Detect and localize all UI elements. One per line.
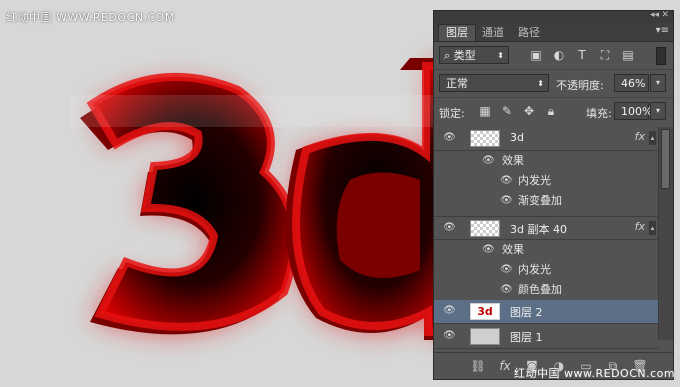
effect-name: 内发光 [518,263,551,276]
tab-channels[interactable]: 通道 [475,25,511,41]
layer-name: 图层 2 [510,306,543,319]
filter-toggle[interactable] [656,47,666,65]
effect-name: 渐变叠加 [518,194,562,207]
opacity-label: 不透明度: [556,79,604,92]
layer-name: 图层 1 [510,331,543,344]
filter-type-label: 类型 [453,49,476,62]
effects-label: 效果 [502,154,524,167]
link-icon[interactable]: ⛓ [470,358,486,374]
tab-paths[interactable]: 路径 [511,25,547,41]
blend-row: 正常 ⬍ 不透明度: 46% ▾ [434,69,673,96]
layer-thumbnail [470,220,500,237]
lock-row: 锁定: ▦ ✎ ✥ 🔒︎ 填充: 100% ▾ [434,97,673,124]
panel-tabs: 图层 通道 路径 ▾≡ [434,23,673,42]
eye-icon[interactable]: 👁︎ [443,306,456,316]
layer-row-selected[interactable]: 👁︎ 3d 图层 2 [434,300,659,324]
artwork-highlight-band [70,95,470,127]
image-filter-icon[interactable]: ▣ [529,48,543,62]
eye-icon[interactable]: 👁︎ [482,156,495,166]
fill-label: 填充: [586,107,612,120]
chevron-icon: ⬍ [537,79,544,88]
layers-panel: ◂◂ ✕ 图层 通道 路径 ▾≡ ⌕ 类型 ⬍ ▣ ◐ T ⛶ ▤ 正常 ⬍ 不… [433,10,674,380]
close-icon[interactable]: ✕ [661,10,669,20]
lock-brush-icon[interactable]: ✎ [500,104,514,118]
eye-icon[interactable]: 👁︎ [500,265,513,275]
layer-row[interactable]: 👁︎ 3d fx ▴ [434,127,659,151]
eye-icon[interactable]: 👁︎ [443,223,456,233]
layer-row[interactable]: 👁︎ 图层 1 [434,325,659,349]
scrollbar-thumb[interactable] [661,129,670,189]
layer-name: 3d 副本 40 [510,223,567,236]
fill-input[interactable]: 100% [614,102,652,120]
eye-icon[interactable]: 👁︎ [500,285,513,295]
text-filter-icon[interactable]: T [575,48,589,62]
layers-list: 👁︎ 3d fx ▴ 👁︎ 效果 👁︎ 内发光 👁︎ 渐变叠加 👁︎ 3d 副本… [434,127,659,349]
chevron-icon: ⬍ [497,51,504,60]
blend-mode-value: 正常 [446,77,468,90]
search-icon: ⌕ [444,49,451,62]
fx-icon[interactable]: fx [635,220,645,233]
lock-move-icon[interactable]: ✥ [522,104,536,118]
lock-all-icon[interactable]: 🔒︎ [544,104,558,118]
opacity-dropdown-icon[interactable]: ▾ [650,74,666,92]
panel-menu-icon[interactable]: ▾≡ [656,25,669,36]
filter-type-select[interactable]: ⌕ 类型 ⬍ [439,46,509,64]
layer-row[interactable]: 👁︎ 3d 副本 40 fx ▴ [434,216,659,240]
eye-icon[interactable]: 👁︎ [482,245,495,255]
lock-pixels-icon[interactable]: ▦ [478,104,492,118]
filter-row: ⌕ 类型 ⬍ ▣ ◐ T ⛶ ▤ [434,43,673,67]
layer-thumbnail: 3d [470,303,500,320]
tab-layers[interactable]: 图层 [438,24,476,41]
effects-label: 效果 [502,243,524,256]
eye-icon[interactable]: 👁︎ [443,133,456,143]
lock-label: 锁定: [439,107,465,120]
fill-dropdown-icon[interactable]: ▾ [650,102,666,120]
layer-thumbnail [470,328,500,345]
effect-name: 内发光 [518,174,551,187]
opacity-input[interactable]: 46% [614,74,649,92]
fx-icon[interactable]: fx [635,130,645,143]
expand-effects-icon[interactable]: ▴ [649,131,656,145]
layer-thumbnail [470,130,500,147]
adjust-filter-icon[interactable]: ◐ [552,48,566,62]
layer-name: 3d [510,131,524,144]
watermark-top: 红动中国 WWW.REDOCN.COM [6,11,175,24]
eye-icon[interactable]: 👁︎ [443,331,456,341]
watermark-bottom: 红动中国 www.REDOCN.com [514,367,676,380]
layers-scrollbar[interactable] [658,127,673,340]
panel-titlebar[interactable]: ◂◂ ✕ [434,10,673,23]
eye-icon[interactable]: 👁︎ [500,196,513,206]
collapse-icon[interactable]: ◂◂ [650,10,659,20]
shape-filter-icon[interactable]: ⛶ [598,48,612,62]
eye-icon[interactable]: 👁︎ [500,176,513,186]
effect-name: 颜色叠加 [518,283,562,296]
smart-filter-icon[interactable]: ▤ [621,48,635,62]
blend-mode-select[interactable]: 正常 ⬍ [439,74,549,92]
expand-effects-icon[interactable]: ▴ [649,221,656,235]
fx-icon[interactable]: fx [497,358,513,374]
